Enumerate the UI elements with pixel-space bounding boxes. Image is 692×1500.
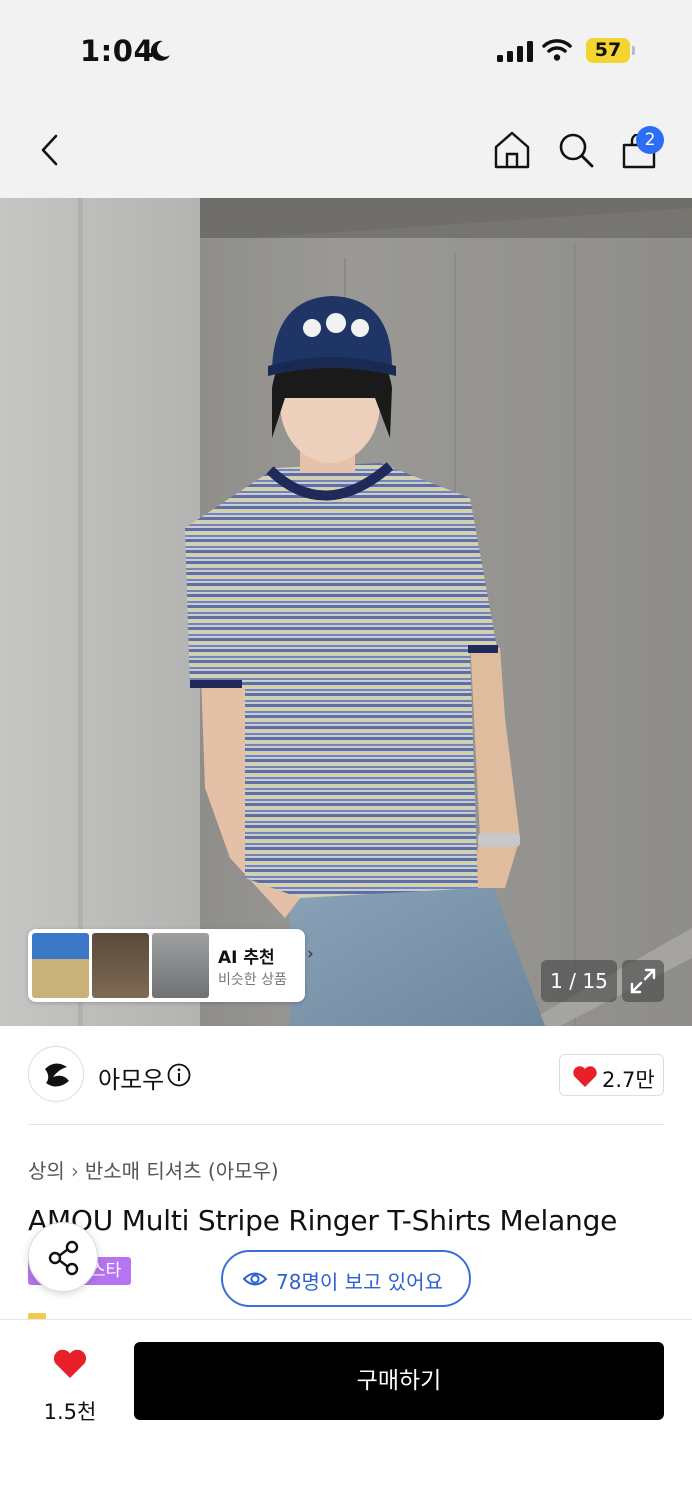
brand-name[interactable]: 아모우	[98, 1060, 164, 1095]
viewers-count: 78명이 보고 있어요	[276, 1270, 443, 1294]
top-nav-bar	[0, 100, 692, 198]
ai-recommend-title: AI 추천	[218, 948, 275, 968]
search-icon[interactable]	[557, 131, 595, 169]
status-bar: 1:04 57	[0, 0, 692, 100]
product-title: AMOU Multi Stripe Ringer T-Shirts Melang…	[28, 1204, 618, 1237]
breadcrumb-subcategory[interactable]: 반소매 티셔츠 (아모우)	[85, 1159, 279, 1183]
brand-row: 아모우 2.7만	[0, 1026, 692, 1126]
chevron-right-icon: ›	[70, 1159, 79, 1183]
breadcrumb: 상의 › 반소매 티셔츠 (아모우)	[28, 1155, 279, 1184]
breadcrumb-category[interactable]: 상의	[28, 1159, 65, 1183]
expand-icon	[630, 968, 656, 994]
heart-icon	[573, 1066, 597, 1087]
wishlist-button[interactable]: 1.5천	[28, 1348, 112, 1428]
bottom-purchase-bar: 1.5천 구매하기	[0, 1319, 692, 1500]
similar-thumbnail	[32, 933, 89, 998]
viewers-pill: 78명이 보고 있어요	[221, 1250, 471, 1307]
brand-like-button[interactable]: 2.7만	[559, 1054, 664, 1096]
home-icon[interactable]	[493, 130, 531, 170]
divider	[28, 1124, 664, 1125]
cart-badge: 2	[636, 126, 664, 154]
wifi-icon	[542, 39, 572, 61]
image-counter: 1 / 15	[541, 960, 617, 1002]
brand-logo[interactable]	[28, 1046, 84, 1102]
info-icon[interactable]	[167, 1063, 191, 1087]
cellular-signal-icon	[497, 41, 533, 62]
back-icon[interactable]	[38, 134, 62, 166]
product-photo	[0, 198, 692, 1026]
eye-icon	[243, 1272, 267, 1286]
share-icon	[48, 1240, 79, 1276]
expand-button[interactable]	[622, 960, 664, 1002]
chevron-right-icon: ›	[307, 944, 314, 964]
buy-button[interactable]: 구매하기	[134, 1342, 664, 1420]
similar-thumbnail	[152, 933, 209, 998]
wishlist-count: 1.5천	[43, 1400, 97, 1424]
brand-like-count: 2.7만	[602, 1068, 655, 1092]
product-image[interactable]	[0, 198, 692, 1026]
brand-logo-mark	[45, 1063, 69, 1087]
heart-icon	[53, 1349, 87, 1378]
moon-icon	[150, 40, 170, 61]
similar-thumbnail	[92, 933, 149, 998]
share-button[interactable]	[28, 1222, 98, 1292]
ai-recommend-card[interactable]: AI 추천 › 비슷한 상품	[28, 929, 314, 1002]
battery-indicator: 57	[586, 38, 630, 63]
ai-recommend-subtitle: 비슷한 상품	[218, 972, 287, 988]
battery-cap	[632, 46, 635, 55]
status-time: 1:04	[80, 34, 155, 68]
